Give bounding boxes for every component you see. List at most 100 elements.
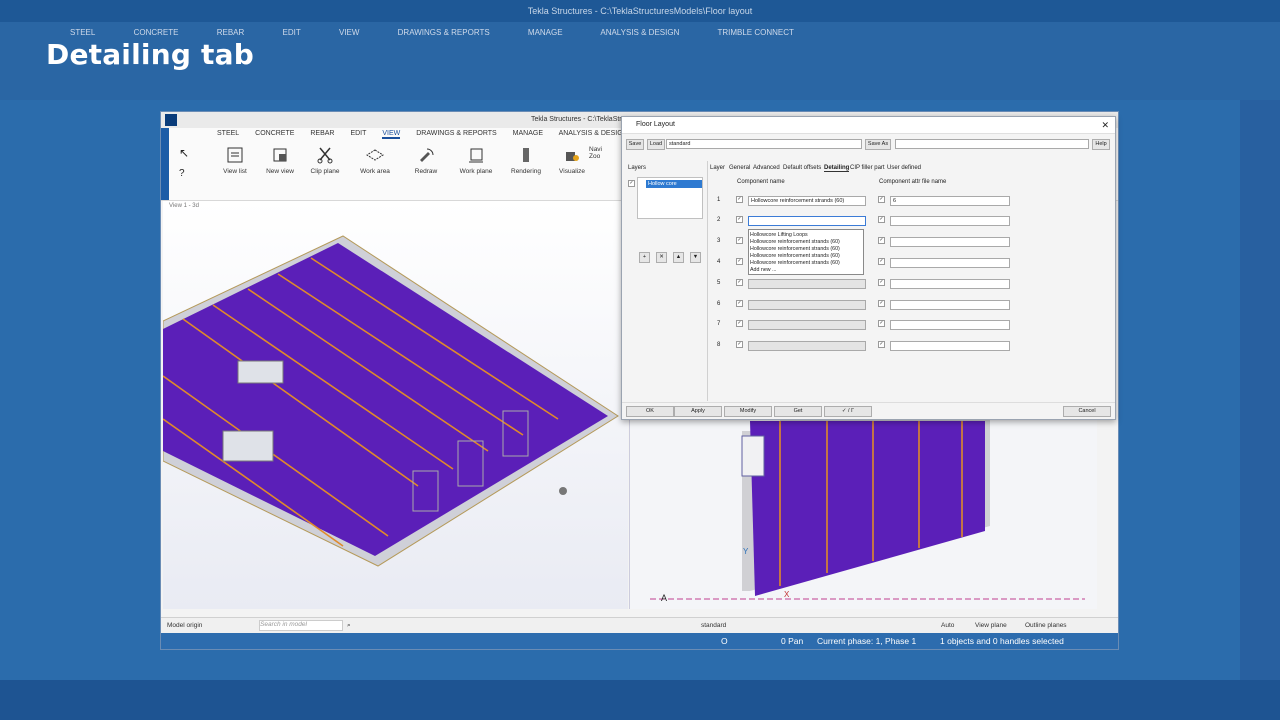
visualize-button[interactable]: Visualize [550, 146, 594, 175]
navigate-label: Navi [589, 146, 603, 153]
model-origin-select[interactable]: Model origin [167, 622, 202, 629]
tab-view[interactable]: VIEW [382, 130, 401, 139]
row-checkbox[interactable]: ✓ [736, 196, 743, 203]
attr-checkbox[interactable]: ✓ [878, 300, 885, 307]
tree-item-hollow-core[interactable]: Hollow core [646, 180, 702, 188]
row-checkbox[interactable]: ✓ [736, 216, 743, 223]
move-down-icon[interactable]: ▼ [690, 252, 701, 263]
component-name-select[interactable] [748, 279, 866, 289]
row-checkbox[interactable]: ✓ [736, 258, 743, 265]
attr-checkbox[interactable]: ✓ [878, 279, 885, 286]
row-checkbox[interactable]: ✓ [736, 320, 743, 327]
apply-button[interactable]: Apply [674, 406, 722, 417]
work-area-button[interactable]: Work area [353, 146, 397, 175]
move-up-icon[interactable]: ▲ [673, 252, 684, 263]
tab-rebar[interactable]: REBAR [310, 130, 334, 137]
rendering-button[interactable]: Rendering [504, 146, 548, 175]
tab-detailing[interactable]: Detailing [824, 165, 850, 172]
tab-layer[interactable]: Layer [710, 165, 725, 171]
get-button[interactable]: Get [774, 406, 822, 417]
tab-steel[interactable]: STEEL [217, 130, 239, 137]
rendering-label: Rendering [511, 168, 541, 175]
attr-checkbox[interactable]: ✓ [878, 258, 885, 265]
component-name-select[interactable] [748, 320, 866, 330]
attr-file-select[interactable] [890, 237, 1010, 247]
search-icon[interactable]: ⌕ [347, 622, 351, 630]
attr-file-select[interactable] [890, 320, 1010, 330]
work-plane-button[interactable]: Work plane [454, 146, 498, 175]
navigate-button[interactable]: Navi Zoo [589, 146, 619, 160]
attr-checkbox[interactable]: ✓ [878, 237, 885, 244]
select-tool-icon[interactable]: ↖ [179, 146, 189, 160]
row-checkbox[interactable]: ✓ [736, 341, 743, 348]
outline-planes-select[interactable]: Outline planes [1025, 622, 1067, 629]
filter-select[interactable]: standard [701, 622, 726, 629]
ok-button[interactable]: OK [626, 406, 674, 417]
add-layer-icon[interactable]: + [639, 252, 650, 263]
view-plane-select[interactable]: View plane [975, 622, 1007, 629]
model-view-3d[interactable]: View 1 - 3d [163, 201, 628, 609]
tab-default-offsets[interactable]: Default offsets [783, 165, 821, 171]
tab-advanced[interactable]: Advanced [753, 165, 780, 171]
delete-layer-icon[interactable]: ✕ [656, 252, 667, 263]
dropdown-option[interactable]: Hollowcore reinforcement strands (60) [750, 253, 862, 260]
dropdown-option[interactable]: Hollowcore reinforcement strands (60) [750, 260, 862, 267]
attr-checkbox[interactable]: ✓ [878, 216, 885, 223]
attr-file-select[interactable] [890, 258, 1010, 268]
toggle-selection-button[interactable]: ✓ / Γ [824, 406, 872, 417]
dropdown-option[interactable]: Hollowcore Lifting Loops [750, 232, 862, 239]
cancel-button[interactable]: Cancel [1063, 406, 1111, 417]
attr-checkbox[interactable]: ✓ [878, 341, 885, 348]
tab-drawings[interactable]: DRAWINGS & REPORTS [416, 130, 497, 137]
component-name-select[interactable] [748, 300, 866, 310]
dialog-divider [707, 161, 708, 401]
svg-text:Y: Y [743, 547, 749, 556]
attr-file-select[interactable]: 6 [890, 196, 1010, 206]
attr-checkbox[interactable]: ✓ [878, 320, 885, 327]
save-button[interactable]: Save [626, 139, 644, 150]
load-button[interactable]: Load [647, 139, 665, 150]
component-name-select[interactable]: Hollowcore reinforcement strands (60) [748, 196, 866, 206]
new-view-button[interactable]: New view [258, 146, 302, 175]
tab-user-defined[interactable]: User defined [887, 165, 921, 171]
rendering-icon [523, 148, 529, 162]
attr-file-select[interactable] [890, 341, 1010, 351]
bg-tab: DRAWINGS & REPORTS [397, 28, 490, 37]
attr-checkbox[interactable]: ✓ [878, 196, 885, 203]
row-checkbox[interactable]: ✓ [736, 279, 743, 286]
attr-file-select[interactable] [890, 300, 1010, 310]
tab-analysis[interactable]: ANALYSIS & DESIGN [559, 130, 628, 137]
row-checkbox[interactable]: ✓ [736, 237, 743, 244]
component-name-select[interactable] [748, 341, 866, 351]
layers-label: Layers [628, 165, 647, 171]
component-name-select[interactable] [748, 216, 866, 226]
tab-edit[interactable]: EDIT [350, 130, 366, 137]
modify-button[interactable]: Modify [724, 406, 772, 417]
model-bottom-toolbar: Model origin Search in model ⌕ standard … [161, 617, 1118, 634]
search-model-input[interactable]: Search in model [259, 620, 343, 631]
help-tool-icon[interactable]: ? [179, 168, 185, 179]
save-as-button[interactable]: Save As [865, 139, 891, 150]
tab-cip-filler-part[interactable]: CIP filler part [850, 165, 885, 171]
auto-select[interactable]: Auto [941, 622, 954, 629]
tab-general[interactable]: General [729, 165, 750, 171]
dropdown-option[interactable]: Hollowcore reinforcement strands (60) [750, 239, 862, 246]
preset-select[interactable]: standard [666, 139, 862, 149]
save-as-name-input[interactable] [895, 139, 1089, 149]
tekla-logo-icon [165, 114, 177, 126]
clip-plane-button[interactable]: Clip plane [303, 146, 347, 175]
row-checkbox[interactable]: ✓ [736, 300, 743, 307]
dropdown-option[interactable]: Hollowcore reinforcement strands (60) [750, 246, 862, 253]
tab-manage[interactable]: MANAGE [513, 130, 543, 137]
layer-tree: Hollow core [637, 177, 703, 219]
tab-concrete[interactable]: CONCRETE [255, 130, 294, 137]
help-button[interactable]: Help [1092, 139, 1110, 150]
tekla-status-bar: O 0 Pan Current phase: 1, Phase 1 1 obje… [161, 633, 1118, 649]
view-list-button[interactable]: View list [213, 146, 257, 175]
layer-checkbox[interactable]: ✓ [628, 180, 635, 187]
dropdown-option[interactable]: Add new ... [750, 267, 862, 274]
redraw-button[interactable]: Redraw [404, 146, 448, 175]
attr-file-select[interactable] [890, 216, 1010, 226]
attr-file-select[interactable] [890, 279, 1010, 289]
close-icon[interactable]: ✕ [1101, 117, 1109, 133]
